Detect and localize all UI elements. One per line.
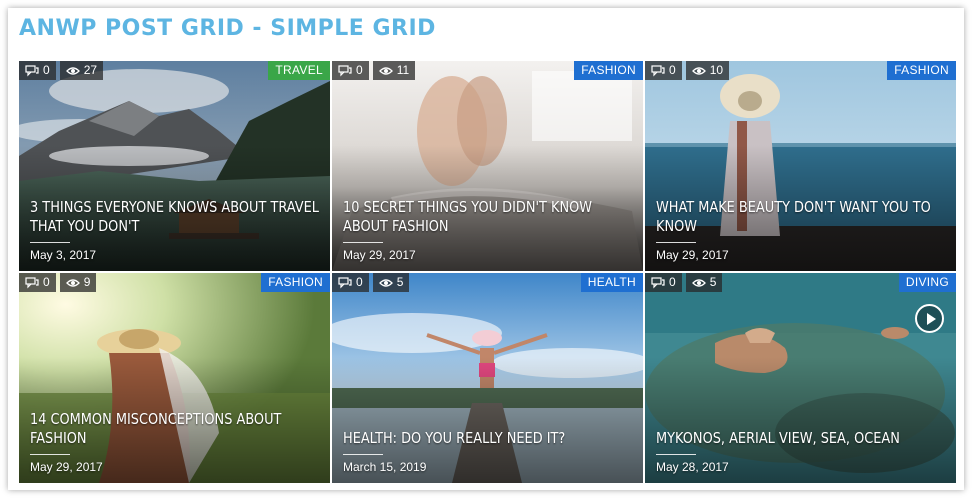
title-divider bbox=[30, 242, 70, 243]
play-video-icon[interactable] bbox=[915, 304, 944, 333]
post-grid-widget: ANWP POST GRID - SIMPLE GRID 0 27 TRAVEL… bbox=[8, 8, 964, 490]
comments-count: 0 bbox=[645, 273, 682, 292]
gradient-overlay bbox=[645, 61, 956, 271]
comments-count: 0 bbox=[645, 61, 682, 80]
gradient-overlay bbox=[332, 61, 643, 271]
gradient-overlay bbox=[19, 273, 330, 483]
post-card[interactable]: 0 9 FASHION 14 COMMON MISCONCEPTIONS ABO… bbox=[19, 273, 330, 483]
post-title[interactable]: 14 COMMON MISCONCEPTIONS ABOUT FASHION bbox=[30, 410, 327, 448]
post-card[interactable]: 0 11 FASHION 10 SECRET THINGS YOU DIDN'T… bbox=[332, 61, 643, 271]
category-badge[interactable]: FASHION bbox=[574, 61, 643, 80]
eye-icon bbox=[65, 278, 80, 287]
post-card[interactable]: 0 5 HEALTH HEALTH: DO YOU REALLY NEED IT… bbox=[332, 273, 643, 483]
post-date: May 29, 2017 bbox=[343, 248, 416, 262]
gradient-overlay bbox=[19, 61, 330, 271]
comments-icon bbox=[651, 64, 665, 76]
comments-count: 0 bbox=[19, 61, 56, 80]
eye-icon bbox=[691, 278, 706, 287]
views-count: 10 bbox=[685, 61, 730, 80]
views-count: 5 bbox=[372, 273, 410, 292]
category-badge[interactable]: HEALTH bbox=[580, 273, 643, 292]
comments-icon bbox=[338, 276, 352, 288]
eye-icon bbox=[378, 66, 393, 75]
comments-count: 0 bbox=[332, 61, 369, 80]
post-date: May 29, 2017 bbox=[30, 460, 103, 474]
title-divider bbox=[656, 242, 696, 243]
category-badge[interactable]: TRAVEL bbox=[268, 61, 330, 80]
post-stats: 0 10 bbox=[645, 61, 730, 80]
eye-icon bbox=[691, 66, 706, 75]
post-stats: 0 5 bbox=[645, 273, 723, 292]
post-stats: 0 11 bbox=[332, 61, 416, 80]
post-date: March 15, 2019 bbox=[343, 460, 427, 474]
post-card[interactable]: 0 27 TRAVEL 3 THINGS EVERYONE KNOWS ABOU… bbox=[19, 61, 330, 271]
post-date: May 3, 2017 bbox=[30, 248, 97, 262]
post-date: May 28, 2017 bbox=[656, 460, 729, 474]
views-count: 11 bbox=[372, 61, 416, 80]
views-count: 9 bbox=[59, 273, 97, 292]
views-count: 27 bbox=[59, 61, 104, 80]
comments-icon bbox=[338, 64, 352, 76]
post-date: May 29, 2017 bbox=[656, 248, 729, 262]
post-card[interactable]: 0 5 DIVING MYKONOS, AERIAL VIEW, SEA, OC… bbox=[645, 273, 956, 483]
comments-icon bbox=[651, 276, 665, 288]
category-badge[interactable]: FASHION bbox=[261, 273, 330, 292]
eye-icon bbox=[378, 278, 393, 287]
gradient-overlay bbox=[332, 273, 643, 483]
comments-count: 0 bbox=[332, 273, 369, 292]
post-stats: 0 9 bbox=[19, 273, 97, 292]
comments-icon bbox=[25, 64, 39, 76]
title-divider bbox=[30, 454, 70, 455]
category-badge[interactable]: FASHION bbox=[887, 61, 956, 80]
post-stats: 0 5 bbox=[332, 273, 410, 292]
title-divider bbox=[343, 454, 383, 455]
post-title[interactable]: MYKONOS, AERIAL VIEW, SEA, OCEAN bbox=[656, 429, 953, 448]
post-stats: 0 27 bbox=[19, 61, 104, 80]
title-divider bbox=[343, 242, 383, 243]
widget-title: ANWP POST GRID - SIMPLE GRID bbox=[19, 16, 436, 41]
post-card[interactable]: 0 10 FASHION WHAT MAKE BEAUTY DON'T WANT… bbox=[645, 61, 956, 271]
post-title[interactable]: HEALTH: DO YOU REALLY NEED IT? bbox=[343, 429, 640, 448]
gradient-overlay bbox=[645, 273, 956, 483]
post-grid: 0 27 TRAVEL 3 THINGS EVERYONE KNOWS ABOU… bbox=[19, 61, 956, 483]
comments-icon bbox=[25, 276, 39, 288]
post-title[interactable]: 3 THINGS EVERYONE KNOWS ABOUT TRAVEL THA… bbox=[30, 198, 327, 236]
title-divider bbox=[656, 454, 696, 455]
post-title[interactable]: WHAT MAKE BEAUTY DON'T WANT YOU TO KNOW bbox=[656, 198, 953, 236]
post-title[interactable]: 10 SECRET THINGS YOU DIDN'T KNOW ABOUT F… bbox=[343, 198, 640, 236]
eye-icon bbox=[65, 66, 80, 75]
category-badge[interactable]: DIVING bbox=[898, 273, 956, 292]
views-count: 5 bbox=[685, 273, 723, 292]
comments-count: 0 bbox=[19, 273, 56, 292]
